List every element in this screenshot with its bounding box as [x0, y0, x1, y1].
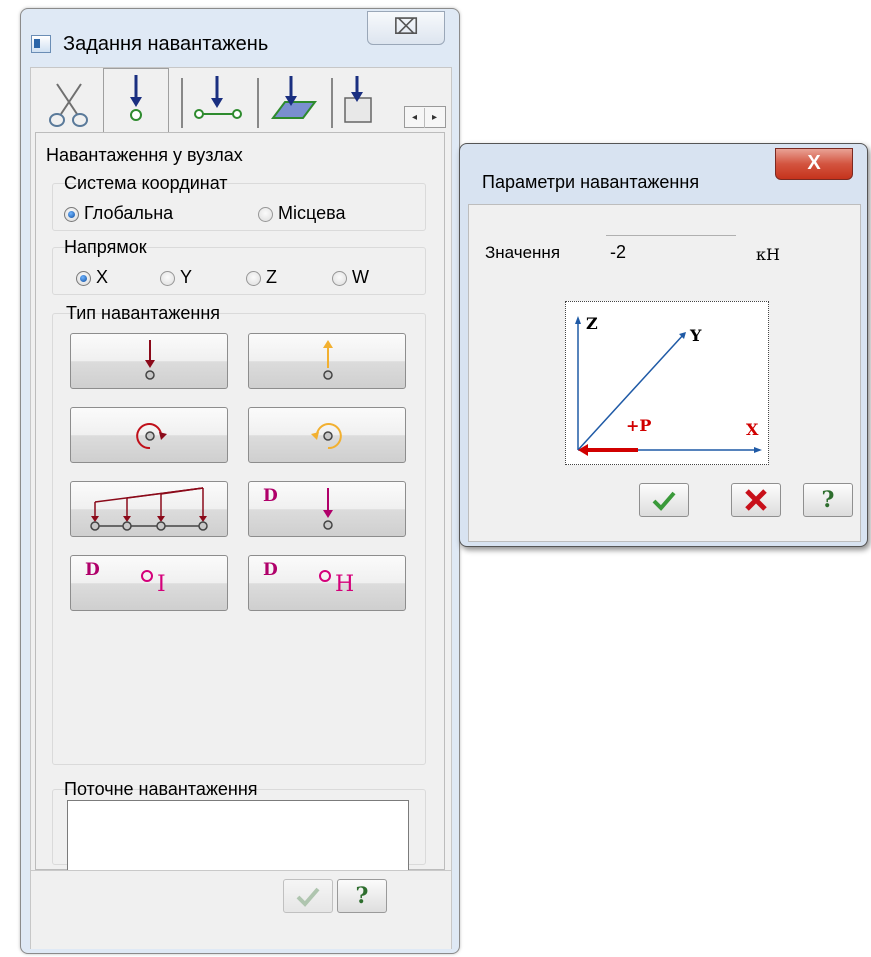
- load-params-window: Параметри навантаження X Значення -2 кН …: [459, 143, 868, 547]
- window-title: Задання навантажень: [63, 33, 269, 55]
- title-bar: Задання навантажень ⌧: [21, 9, 459, 67]
- z-axis-label: Z: [586, 314, 598, 333]
- footer: ?: [31, 870, 451, 949]
- tab-node-loads[interactable]: [103, 68, 169, 135]
- load-type-label: Тип навантаження: [66, 303, 221, 323]
- help-button[interactable]: ?: [337, 879, 387, 913]
- unit-label: кН: [756, 245, 780, 264]
- direction-label: Напрямок: [64, 237, 147, 257]
- axes-diagram: Z Y X +P: [565, 301, 769, 465]
- radio-x[interactable]: [76, 271, 91, 286]
- close-button[interactable]: ⌧: [367, 11, 445, 45]
- moment-clockwise-icon: [136, 423, 167, 450]
- load-assignment-window: Задання навантажень ⌧ ◂ ▸ Навантаження у…: [20, 8, 460, 954]
- tab-strip: ◂ ▸: [31, 68, 451, 135]
- tab-separator: [181, 78, 183, 128]
- moment-cw-button[interactable]: [70, 407, 228, 463]
- dynamic-mass-h-button[interactable]: D H: [248, 555, 406, 611]
- force-down-button[interactable]: [70, 333, 228, 389]
- window-client: ◂ ▸ Навантаження у вузлах Система координ…: [30, 67, 452, 949]
- scroll-right-icon[interactable]: ▸: [424, 108, 444, 128]
- concentrated-force-up-icon: [323, 340, 333, 380]
- section-title: Навантаження у вузлах: [46, 145, 243, 165]
- coord-system-label: Система координат: [64, 173, 228, 193]
- checkmark-icon: [296, 887, 320, 907]
- distributed-nodes-icon: [90, 487, 208, 531]
- tab-delete[interactable]: [37, 72, 101, 130]
- radio-y-label: Y: [180, 267, 193, 287]
- tab-separator: [331, 78, 333, 128]
- params-client: Значення -2 кН Z Y X +P ?: [468, 204, 861, 542]
- radio-w-label: W: [352, 267, 369, 287]
- params-help-button[interactable]: ?: [803, 483, 853, 517]
- params-close-button[interactable]: X: [775, 148, 853, 180]
- cancel-button[interactable]: [731, 483, 781, 517]
- radio-z-label: Z: [266, 267, 277, 287]
- tab-plate-loads[interactable]: [261, 72, 325, 130]
- node-load-icon: [130, 75, 142, 121]
- checkmark-icon: [652, 491, 676, 511]
- moment-counterclockwise-icon: [311, 423, 342, 450]
- radio-global-label: Глобальна: [84, 203, 174, 223]
- concentrated-force-down-icon: [145, 340, 155, 380]
- node-loads-panel: Навантаження у вузлах Система координат …: [35, 132, 445, 870]
- value-input[interactable]: -2: [606, 235, 736, 267]
- tab-separator: [257, 78, 259, 128]
- i-letter: I: [157, 572, 166, 597]
- distributed-button[interactable]: [70, 481, 228, 537]
- value-label: Значення: [485, 243, 561, 262]
- y-axis-label: Y: [690, 326, 702, 345]
- radio-y[interactable]: [160, 271, 175, 286]
- radio-z[interactable]: [246, 271, 261, 286]
- radio-w[interactable]: [332, 271, 347, 286]
- tab-solid-loads[interactable]: [335, 72, 375, 130]
- dynamic-mass-i-icon: [141, 570, 153, 582]
- dynamic-mass-h-icon: [319, 570, 331, 582]
- plate-load-icon: [271, 76, 317, 119]
- dynamic-force-button[interactable]: D: [248, 481, 406, 537]
- tab-scroller[interactable]: ◂ ▸: [404, 106, 446, 128]
- radio-global[interactable]: [64, 207, 79, 222]
- dynamic-mass-i-button[interactable]: D I: [70, 555, 228, 611]
- moment-ccw-button[interactable]: [248, 407, 406, 463]
- params-title: Параметри навантаження: [482, 172, 700, 192]
- force-up-button[interactable]: [248, 333, 406, 389]
- app-icon: [31, 35, 51, 53]
- x-axis-label: X: [746, 420, 759, 439]
- radio-x-label: X: [96, 267, 109, 287]
- force-label: +P: [626, 416, 652, 435]
- current-load-label: Поточне навантаження: [64, 779, 258, 799]
- scroll-left-icon[interactable]: ◂: [405, 108, 424, 128]
- radio-local[interactable]: [258, 207, 273, 222]
- dynamic-force-icon: [323, 488, 333, 530]
- scissors-icon: [49, 83, 88, 127]
- h-letter: H: [335, 572, 355, 597]
- apply-button[interactable]: [283, 879, 333, 913]
- cross-icon: [745, 489, 767, 511]
- current-load-field[interactable]: [67, 800, 409, 878]
- tab-bar-loads[interactable]: [187, 72, 251, 130]
- bar-load-icon: [194, 76, 242, 119]
- radio-local-label: Місцева: [278, 203, 346, 223]
- solid-load-icon: [344, 76, 372, 123]
- ok-button[interactable]: [639, 483, 689, 517]
